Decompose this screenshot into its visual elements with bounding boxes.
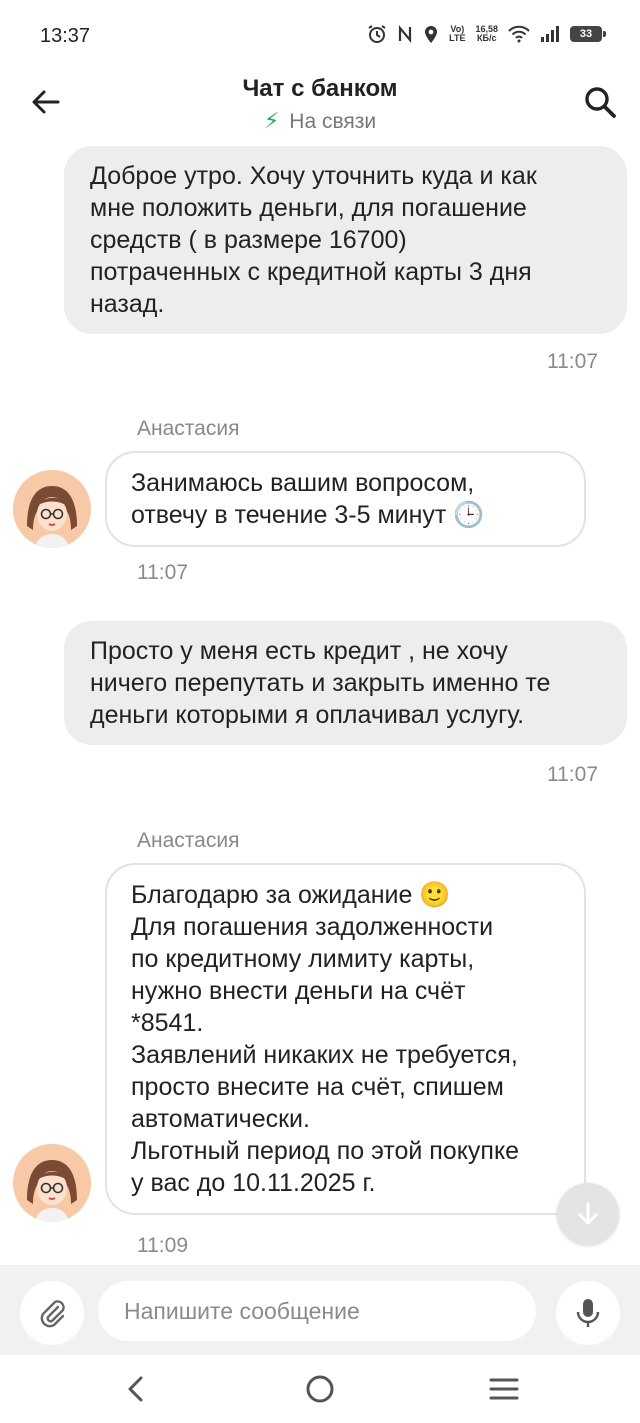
- paperclip-icon: [40, 1300, 65, 1328]
- message-bubble-incoming[interactable]: Занимаюсь вашим вопросом, отвечу в течен…: [105, 451, 586, 547]
- message-line: нужно внести деньги на счёт: [131, 977, 466, 1005]
- message-line: у вас до 10.11.2025 г.: [131, 1169, 376, 1197]
- status-icons: Vo) LTE 16,58 КБ/с 33: [367, 22, 606, 46]
- message-line: ничего перепутать и закрыть именно те: [90, 669, 551, 697]
- attach-button[interactable]: [20, 1281, 84, 1345]
- avatar: [13, 1144, 91, 1222]
- search-button[interactable]: [582, 84, 618, 120]
- network-speed: 16,58 КБ/с: [475, 22, 498, 46]
- volte-icon: Vo) LTE: [449, 22, 465, 46]
- nfc-icon: [397, 22, 413, 46]
- message-line: назад.: [90, 290, 165, 318]
- message-line: просто внесите на счёт, спишем: [131, 1073, 504, 1101]
- message-line: Доброе утро. Хочу уточнить куда и как: [90, 162, 537, 190]
- nav-home-button[interactable]: [298, 1369, 342, 1409]
- message-time: 11:07: [547, 763, 598, 786]
- signal-icon: [540, 22, 560, 46]
- message-line: Льготный период по этой покупке: [131, 1137, 520, 1165]
- operator-avatar-icon: [13, 1144, 91, 1222]
- message-bubble-incoming[interactable]: Благодарю за ожидание 🙂 Для погашения за…: [105, 863, 586, 1215]
- lte-label: LTE: [449, 33, 466, 43]
- message-line: потраченных с кредитной карты 3 дня: [90, 258, 532, 286]
- wifi-icon: [508, 22, 530, 46]
- message-time: 11:07: [547, 350, 598, 373]
- online-status: ⚡ На связи: [0, 108, 640, 134]
- status-bar: 13:37 Vo) LTE 16,58 КБ/с 33: [0, 0, 640, 72]
- status-time: 13:37: [40, 25, 91, 47]
- alarm-icon: [367, 22, 387, 46]
- message-line: средств ( в размере 16700): [90, 226, 407, 254]
- online-status-label: На связи: [289, 110, 377, 133]
- nav-back-button[interactable]: [114, 1369, 158, 1409]
- page-title: Чат с банком: [242, 75, 398, 102]
- sender-name: Анастасия: [137, 417, 240, 440]
- scroll-to-bottom-button[interactable]: [557, 1183, 619, 1245]
- message-line: по кредитному лимиту карты,: [131, 945, 475, 973]
- system-nav-bar: [0, 1355, 640, 1423]
- operator-avatar-icon: [13, 470, 91, 548]
- message-bubble-outgoing[interactable]: Доброе утро. Хочу уточнить куда и как мн…: [64, 146, 627, 334]
- lightning-icon: ⚡: [263, 108, 280, 133]
- message-composer: [0, 1265, 640, 1355]
- message-line: Для погашения задолженности: [131, 913, 494, 941]
- message-line: отвечу в течение 3-5 минут 🕒: [131, 501, 485, 529]
- message-line: деньги которыми я оплачивал услугу.: [90, 701, 525, 729]
- message-line: Занимаюсь вашим вопросом,: [131, 469, 475, 497]
- message-line: мне положить деньги, для погашение: [90, 194, 527, 222]
- voice-message-button[interactable]: [556, 1281, 620, 1345]
- message-line: Заявлений никаких не требуется,: [131, 1041, 518, 1069]
- message-time: 11:07: [137, 561, 188, 584]
- sender-name: Анастасия: [137, 829, 240, 852]
- arrow-down-icon: [578, 1202, 598, 1225]
- message-input[interactable]: [98, 1281, 536, 1341]
- message-line: Благодарю за ожидание 🙂: [131, 881, 451, 909]
- home-circle-icon: [306, 1375, 334, 1403]
- message-line: Просто у меня есть кредит , не хочу: [90, 637, 508, 665]
- chevron-left-icon: [128, 1376, 143, 1402]
- location-icon: [423, 22, 439, 46]
- avatar: [13, 470, 91, 548]
- chat-header: Чат с банком ⚡ На связи: [0, 72, 640, 142]
- search-icon: [585, 87, 616, 118]
- microphone-icon: [576, 1299, 600, 1327]
- message-input-wrapper: [98, 1281, 536, 1341]
- message-bubble-outgoing[interactable]: Просто у меня есть кредит , не хочу ниче…: [64, 621, 627, 745]
- nav-recents-button[interactable]: [482, 1369, 526, 1409]
- message-line: *8541.: [131, 1009, 204, 1037]
- message-time: 11:09: [137, 1234, 188, 1257]
- menu-lines-icon: [489, 1378, 519, 1400]
- message-line: автоматически.: [131, 1105, 310, 1133]
- speed-unit: КБ/с: [477, 33, 497, 43]
- battery-icon: 33: [570, 26, 606, 42]
